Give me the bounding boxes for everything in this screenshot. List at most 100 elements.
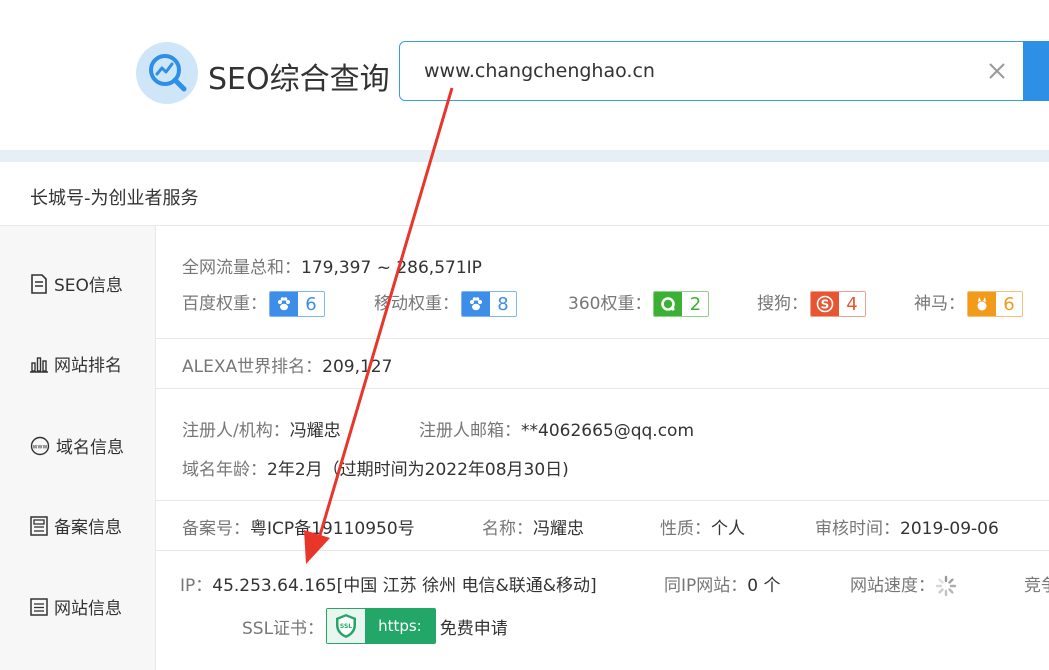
icp-row: 备案信息 备案号：粤ICP备19110950号 名称：冯耀忠 性质：个人 审核时… [0, 500, 1049, 551]
email-key: 注册人邮箱： [419, 421, 521, 441]
speed-key: 网站速度： [850, 576, 935, 596]
weight-key: 搜狗： [757, 294, 808, 314]
ssl-badge-text: https: [378, 617, 422, 635]
weight-value: 8 [497, 293, 509, 315]
traffic-field: 全网流量总和：179,397 ~ 286,571IP [182, 253, 482, 278]
baidu-paw-icon [462, 292, 490, 316]
weight-value: 6 [305, 293, 317, 315]
domain-age-field: 域名年龄：2年2月（过期时间为2022年08月30日) [182, 455, 569, 480]
close-icon[interactable] [986, 60, 1008, 82]
ip-value: 45.253.64.165[中国 江苏 徐州 电信&联通&移动] [212, 576, 597, 596]
weight-badge: 2 [653, 291, 710, 317]
search-button[interactable] [1023, 41, 1049, 101]
traffic-key: 全网流量总和： [182, 258, 301, 278]
weight-badge: S4 [810, 291, 866, 317]
icp-type-key: 性质： [660, 519, 711, 539]
truncated-field: 竞争 [1024, 571, 1049, 596]
icp-type-field: 性质：个人 [660, 514, 745, 539]
age-key: 域名年龄： [182, 460, 267, 480]
same-ip-key: 同IP网站： [664, 576, 748, 596]
www-icon: www [30, 436, 50, 455]
registrant-key: 注册人/机构： [182, 421, 290, 441]
row-label-text: SEO信息 [54, 276, 123, 296]
registrant-value: 冯耀忠 [289, 421, 341, 441]
seo-row: SEO信息 全网流量总和：179,397 ~ 286,571IP 百度权重： 6 … [0, 226, 1049, 339]
ssl-apply-link[interactable]: 免费申请 [440, 614, 508, 639]
icp-audit-field: 审核时间：2019-09-06 [815, 514, 999, 539]
weight-badge: 8 [461, 291, 517, 317]
row-label: 网站信息 [0, 550, 156, 670]
weight-mobile[interactable]: 移动权重： 8 [374, 289, 517, 317]
row-label-text: 域名信息 [56, 438, 124, 458]
svg-text:www: www [33, 443, 48, 450]
header: SEO综合查询 [0, 0, 1049, 150]
icp-audit-key: 审核时间： [815, 519, 900, 539]
ssl-key: SSL证书： [242, 618, 325, 639]
ip-key: IP： [180, 576, 213, 596]
row-label: SEO信息 [0, 226, 156, 338]
alexa-value: 209,127 [322, 357, 393, 377]
svg-text:SSL: SSL [340, 623, 352, 630]
site-row: 网站信息 IP：45.253.64.165[中国 江苏 徐州 电信&联通&移动]… [0, 550, 1049, 670]
info-table: SEO信息 全网流量总和：179,397 ~ 286,571IP 百度权重： 6 … [0, 225, 1049, 670]
email-value: **4062665@qq.com [521, 421, 695, 441]
alexa-field[interactable]: ALEXA世界排名：209,127 [182, 352, 392, 377]
icp-name-field: 名称：冯耀忠 [482, 514, 584, 539]
same-ip-value: 0 个 [747, 576, 781, 596]
loading-spinner-icon [935, 575, 957, 597]
icp-number-key: 备案号： [182, 519, 250, 539]
row-label: 网站排名 [0, 338, 156, 388]
document-icon [31, 273, 47, 294]
search-input[interactable] [424, 42, 964, 100]
weight-baidu[interactable]: 百度权重： 6 [182, 289, 325, 317]
row-label-text: 网站信息 [54, 599, 122, 619]
icp-name-value: 冯耀忠 [533, 519, 584, 539]
weight-key: 神马： [914, 294, 965, 314]
age-value: 2年2月（过期时间为2022年08月30日) [267, 460, 569, 480]
ip-field[interactable]: IP：45.253.64.165[中国 江苏 徐州 电信&联通&移动] [180, 571, 597, 596]
row-label-text: 网站排名 [54, 356, 122, 376]
list-icon [30, 597, 48, 616]
weight-badge: 6 [967, 291, 1023, 317]
domain-row: www 域名信息 注册人/机构：冯耀忠 注册人邮箱：**4062665@qq.c… [0, 388, 1049, 501]
search-box[interactable] [399, 41, 1039, 101]
site-title: 长城号-为创业者服务 [30, 188, 199, 209]
icp-type-value: 个人 [711, 519, 745, 539]
weight-360[interactable]: 360权重： 2 [568, 289, 710, 317]
row-label: 备案信息 [0, 500, 156, 550]
speed-field: 网站速度： [850, 571, 957, 597]
rank-row: 网站排名 ALEXA世界排名：209,127 [0, 338, 1049, 389]
weight-key: 360权重： [568, 294, 652, 314]
row-label: www 域名信息 [0, 388, 156, 500]
ssl-shield-icon: SSL [326, 608, 367, 644]
weight-shenma[interactable]: 神马： 6 [914, 289, 1023, 317]
traffic-value: 179,397 ~ 286,571IP [301, 258, 482, 278]
360-icon [654, 292, 683, 316]
ssl-field: SSL证书： SSL https: 免费申请 [242, 608, 508, 644]
weight-key: 移动权重： [374, 294, 459, 314]
weight-value: 6 [1003, 293, 1015, 315]
logo-icon [136, 42, 198, 104]
email-field: 注册人邮箱：**4062665@qq.com [419, 416, 694, 441]
same-ip-field[interactable]: 同IP网站：0 个 [664, 571, 781, 596]
logo-text: SEO综合查询 [208, 62, 390, 97]
weight-value: 4 [846, 293, 858, 315]
shenma-icon [968, 292, 996, 316]
weight-value: 2 [689, 293, 702, 315]
icp-number-value: 粤ICP备19110950号 [250, 519, 415, 539]
sogou-icon: S [811, 292, 839, 316]
row-label-text: 备案信息 [54, 518, 122, 538]
icp-name-key: 名称： [482, 519, 533, 539]
icp-audit-value: 2019-09-06 [900, 519, 999, 539]
weight-sogou[interactable]: 搜狗： S 4 [757, 289, 866, 317]
svg-text:S: S [821, 298, 830, 312]
weight-badge: 6 [269, 291, 325, 317]
registrant-field: 注册人/机构：冯耀忠 [182, 416, 341, 441]
alexa-key: ALEXA世界排名： [182, 357, 323, 377]
truncated-key: 竞争 [1024, 576, 1049, 596]
ssl-badge[interactable]: SSL https: [326, 608, 436, 644]
icp-number-field[interactable]: 备案号：粤ICP备19110950号 [182, 514, 415, 539]
weight-key: 百度权重： [182, 294, 267, 314]
bar-chart-icon [30, 356, 48, 373]
record-icon [30, 515, 48, 536]
